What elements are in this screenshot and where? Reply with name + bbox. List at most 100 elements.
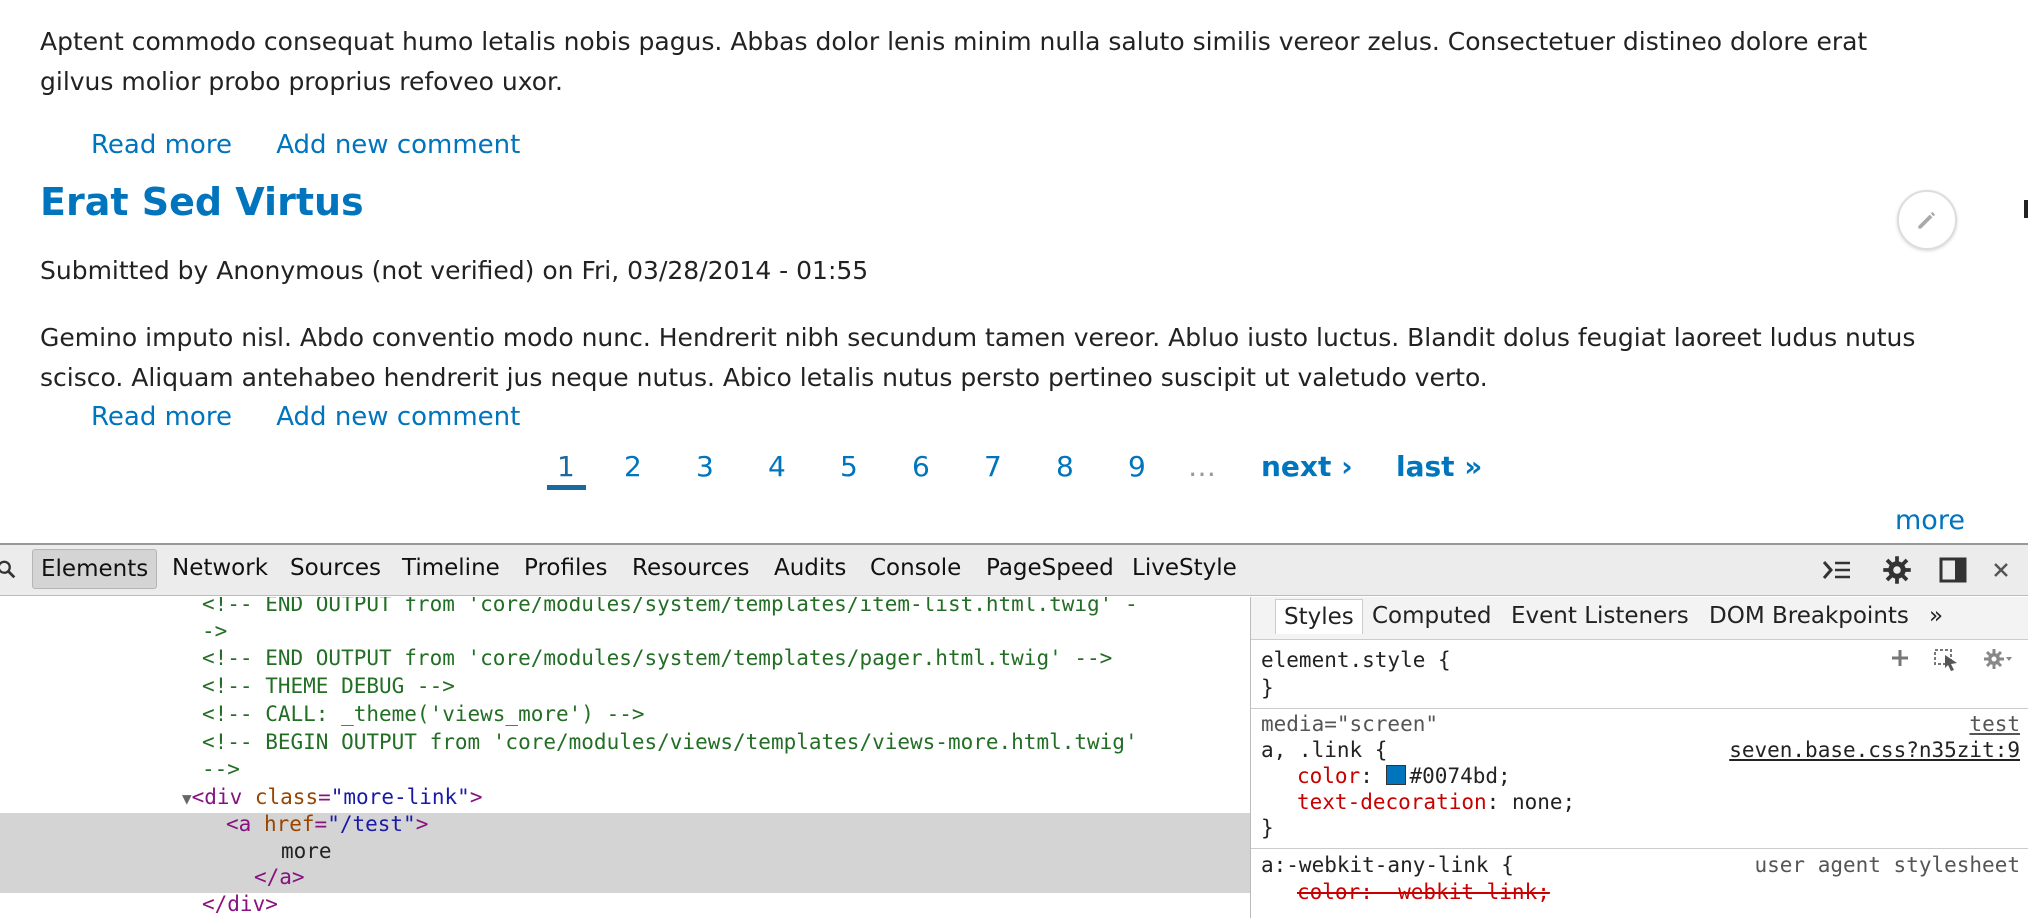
rule-source-link[interactable]: seven.base.css?n35zit:9 [1729,737,2020,764]
node-links: Read more Add new comment [91,130,556,160]
tree-comment[interactable]: --> [202,756,240,783]
tab-timeline[interactable]: Timeline [402,555,500,581]
add-rule-plus-icon[interactable] [1889,647,1911,674]
styles-tabbar: Styles Computed Event Listeners DOM Brea… [1251,597,2028,640]
ua-rule-selector[interactable]: a:-webkit-any-link { [1261,852,1514,879]
dock-side-icon[interactable] [1938,555,1968,585]
attr-name: href [263,812,315,836]
tab-livestyle[interactable]: LiveStyle [1132,555,1237,581]
selected-node-highlight [0,813,1250,893]
css-declaration-color[interactable]: color: #0074bd; [1297,763,1511,790]
search-icon[interactable] [0,555,22,585]
gear-icon[interactable] [1983,647,2013,676]
tree-comment[interactable]: <!-- CALL: _theme('views_more') --> [202,701,645,728]
tab-resources[interactable]: Resources [632,555,749,581]
read-more-link[interactable]: Read more [91,130,232,160]
close-icon[interactable] [1986,555,2016,585]
tree-node-a[interactable]: <a href="/test"> [226,811,428,838]
rule-selector[interactable]: a, .link { [1261,737,1387,764]
tree-comment[interactable]: <!-- END OUTPUT from 'core/modules/syste… [202,645,1112,672]
pager-item[interactable]: 4 [768,450,786,483]
tag-name: <div [191,785,243,809]
tab-network[interactable]: Network [172,555,268,581]
tab-profiles[interactable]: Profiles [524,555,608,581]
pager-item[interactable]: 5 [840,450,858,483]
devtools-panel: Elements Network Sources Timeline Profil… [0,543,2028,918]
more-link[interactable]: more [1895,505,1965,536]
rule-separator [1251,848,2028,849]
triangle-expanded-icon[interactable]: ▼ [182,789,192,808]
css-property: text-decoration [1297,790,1487,814]
teaser-paragraph: Gemino imputo nisl. Abdo conventio modo … [40,318,1960,398]
tab-pagespeed[interactable]: PageSpeed [986,555,1114,581]
css-value: none; [1511,790,1576,814]
add-comment-link[interactable]: Add new comment [276,402,520,432]
teaser-line: gilvus molior probo proprius refoveo uxo… [40,67,563,96]
more-tabs-chevron-icon[interactable]: » [1929,603,1943,629]
article-title[interactable]: Erat Sed Virtus [40,180,364,224]
teaser-line: Aptent commodo consequat humo letalis no… [40,27,1868,56]
tree-node-div[interactable]: ▼<div class="more-link"> [182,784,482,811]
devtools-toolbar: Elements Network Sources Timeline Profil… [0,545,2028,596]
pager-item[interactable]: 8 [1056,450,1074,483]
tab-audits[interactable]: Audits [774,555,846,581]
tab-console[interactable]: Console [870,555,961,581]
tab-dom-breakpoints[interactable]: DOM Breakpoints [1709,603,1909,629]
tab-computed[interactable]: Computed [1372,603,1491,629]
tree-comment[interactable]: <!-- THEME DEBUG --> [202,673,455,700]
pager-item[interactable]: 7 [984,450,1002,483]
teaser-line: scisco. Aliquam antehabeo hendrerit jus … [40,363,1488,392]
teaser-paragraph: Aptent commodo consequat humo letalis no… [40,22,1960,102]
add-comment-link[interactable]: Add new comment [276,130,520,160]
rule-separator [1251,708,2028,709]
pager-last[interactable]: last » [1396,450,1482,483]
color-swatch[interactable] [1385,765,1406,785]
rule-source-link[interactable]: test [1969,711,2020,738]
edit-pencil-button[interactable] [1897,190,1957,250]
read-more-link[interactable]: Read more [91,402,232,432]
console-drawer-icon[interactable] [1822,555,1852,585]
pager-item-current[interactable]: 1 [557,450,575,483]
element-state-icon[interactable] [1933,647,1961,676]
elements-tree: <!-- END OUTPUT from 'core/modules/syste… [0,597,1250,918]
tab-event-listeners[interactable]: Event Listeners [1511,603,1689,629]
css-declaration-text-decoration[interactable]: text-decoration: none; [1297,789,1575,816]
scroll-edge-marker [2024,200,2028,218]
element-style-selector[interactable]: element.style { [1261,647,1451,674]
pager-next[interactable]: next › [1261,450,1353,483]
tab-styles[interactable]: Styles [1275,599,1363,634]
styles-sidebar: Styles Computed Event Listeners DOM Brea… [1251,597,2028,918]
tree-comment[interactable]: <!-- BEGIN OUTPUT from 'core/modules/vie… [202,729,1138,756]
tag-name: <a [226,812,252,836]
node-links: Read more Add new comment [91,402,556,432]
pager-item[interactable]: 3 [696,450,714,483]
pager-item[interactable]: 6 [912,450,930,483]
ua-stylesheet-label: user agent stylesheet [1754,853,2020,877]
gear-icon[interactable] [1882,555,1912,585]
attr-value: "/test" [327,812,416,836]
teaser-line: Gemino imputo nisl. Abdo conventio modo … [40,323,1916,352]
submitted-info: Submitted by Anonymous (not verified) on… [40,256,869,285]
attr-name: class [254,785,319,809]
tree-comment[interactable]: <!-- END OUTPUT from 'core/modules/syste… [202,597,1138,618]
tab-sources[interactable]: Sources [290,555,381,581]
pager-item[interactable]: 9 [1128,450,1146,483]
css-property: color [1297,764,1361,788]
pager: 1 2 3 4 5 6 7 8 9 … next › last » [0,450,2028,500]
media-query: media="screen" [1261,712,1439,736]
css-value: #0074bd; [1409,764,1511,788]
tree-comment[interactable]: -> [202,618,227,645]
page-content: Aptent commodo consequat humo letalis no… [0,0,2028,543]
pager-current-indicator [547,485,586,490]
tree-close-tag[interactable]: </a> [254,864,305,891]
pencil-icon [1918,211,1936,229]
tree-text-node[interactable]: more [281,838,332,865]
tree-close-tag[interactable]: </div> [202,891,278,918]
rule-close-brace: } [1261,816,1274,840]
rule-close-brace: } [1261,676,1274,700]
ua-overridden-declaration[interactable]: color: -webkit-link; [1297,879,1550,906]
pager-ellipsis: … [1188,450,1216,483]
pager-item[interactable]: 2 [624,450,642,483]
tab-elements[interactable]: Elements [32,549,158,589]
attr-value: "more-link" [330,785,470,809]
